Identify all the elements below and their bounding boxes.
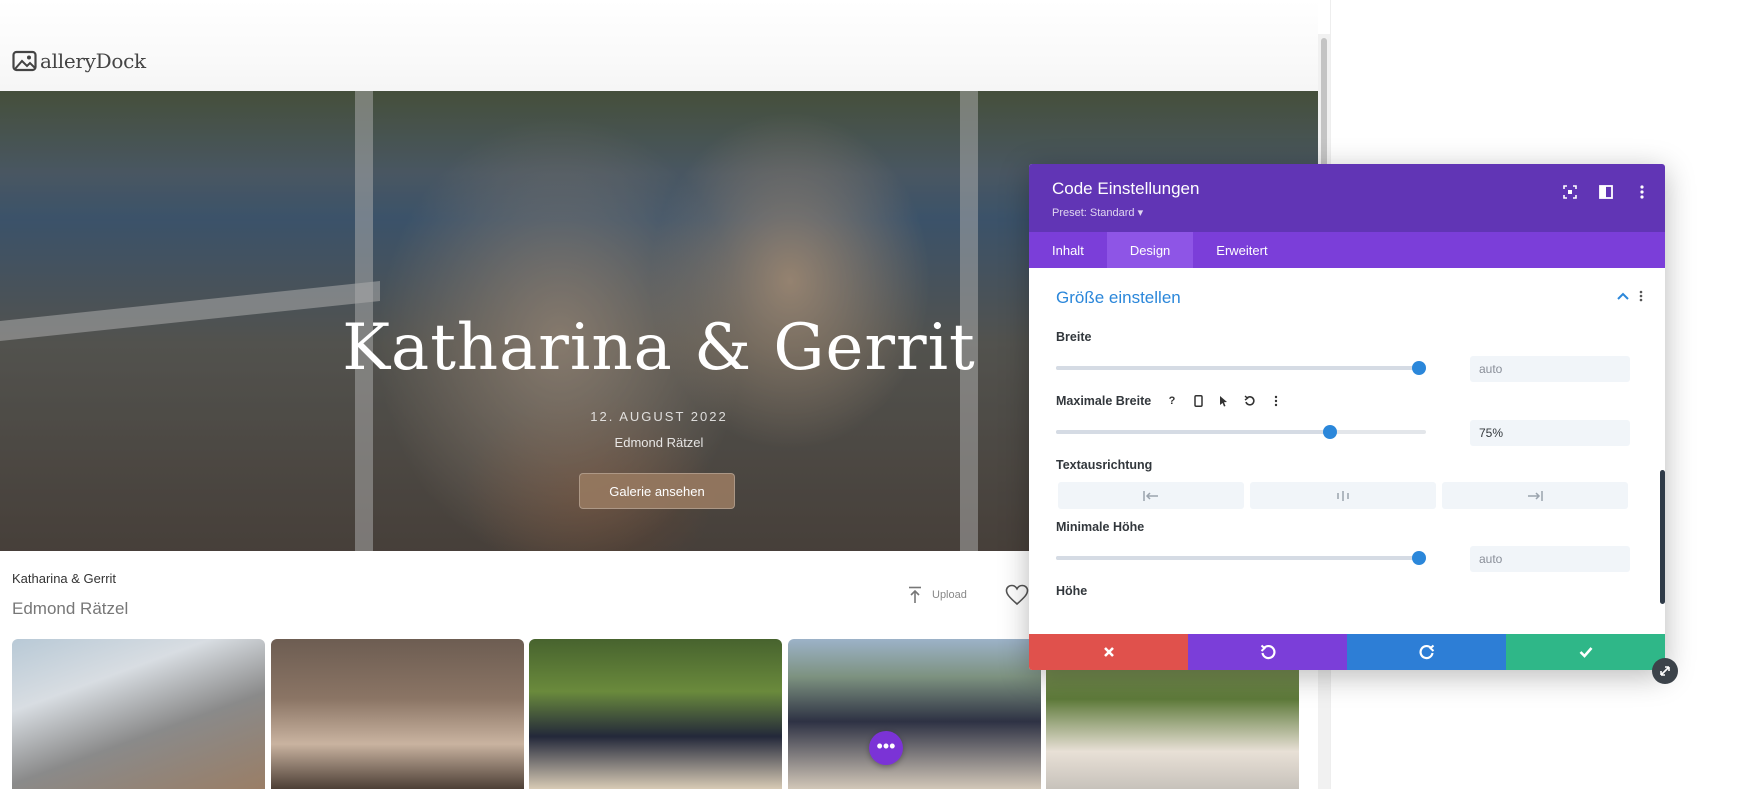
panel-menu-button[interactable]: [1631, 181, 1653, 203]
panel-header-icons: [1559, 181, 1653, 203]
tab-inhalt[interactable]: Inhalt: [1029, 232, 1107, 268]
close-icon: [1103, 647, 1114, 657]
max-width-label: Maximale Breite: [1056, 394, 1152, 408]
upload-icon: [909, 586, 921, 603]
undo-button[interactable]: [1188, 634, 1347, 670]
chevron-up-icon[interactable]: [1617, 292, 1629, 300]
kebab-menu-icon: [1274, 395, 1278, 407]
reset-icon[interactable]: [1241, 392, 1259, 410]
screen: alleryDock Katharina & Gerrit 12. AUGUST…: [0, 0, 1760, 789]
view-gallery-button[interactable]: Galerie ansehen: [579, 473, 735, 509]
code-settings-panel: Code Einstellungen Preset: Standard ▾ In…: [1029, 164, 1665, 670]
slider-fill: [1056, 366, 1419, 370]
panel-title: Code Einstellungen: [1052, 179, 1200, 198]
help-icon[interactable]: ?: [1163, 392, 1181, 410]
max-width-options: ?: [1163, 392, 1285, 410]
panel-footer: [1029, 634, 1665, 670]
split-view-button[interactable]: [1595, 181, 1617, 203]
panel-scrollbar[interactable]: [1660, 470, 1665, 604]
width-label: Breite: [1056, 330, 1092, 344]
gallery-title: Katharina & Gerrit: [12, 571, 117, 586]
panel-header: Code Einstellungen Preset: Standard ▾: [1029, 164, 1665, 232]
gallery-logo-icon: [12, 50, 37, 72]
columns-icon: [1599, 185, 1613, 199]
upload-label: Upload: [932, 589, 967, 601]
cursor-icon: [1220, 396, 1227, 407]
resize-icon: [1660, 666, 1670, 676]
max-width-input[interactable]: 75%: [1470, 420, 1630, 446]
site-header: alleryDock: [0, 0, 1318, 91]
min-height-input[interactable]: auto: [1470, 546, 1630, 572]
tab-erweitert[interactable]: Erweitert: [1193, 232, 1290, 268]
gallery-thumbnail[interactable]: [529, 639, 782, 789]
align-left-button[interactable]: [1058, 482, 1244, 509]
redo-icon: [1418, 644, 1434, 660]
panel-body: Größe einstellen Breite auto Maximale Br…: [1029, 268, 1665, 628]
undo-icon: [1260, 644, 1276, 660]
redo-button[interactable]: [1347, 634, 1506, 670]
width-slider[interactable]: [1056, 361, 1426, 375]
slider-handle[interactable]: [1322, 425, 1337, 439]
gallery-thumbnail[interactable]: [788, 639, 1041, 789]
gallery-thumbnail[interactable]: [12, 639, 265, 789]
width-input[interactable]: auto: [1470, 356, 1630, 382]
kebab-menu-icon[interactable]: [1639, 290, 1643, 302]
slider-handle[interactable]: [1411, 361, 1426, 375]
section-title[interactable]: Größe einstellen: [1056, 288, 1181, 308]
panel-resize-handle[interactable]: [1652, 658, 1678, 684]
align-left-icon: [1143, 490, 1158, 501]
heart-icon: [1005, 584, 1029, 606]
gallery-subtitle: Edmond Rätzel: [12, 599, 129, 618]
more-icon[interactable]: [1267, 392, 1285, 410]
align-right-button[interactable]: [1442, 482, 1628, 509]
phone-icon: [1193, 395, 1203, 407]
hover-icon[interactable]: [1215, 392, 1233, 410]
responsive-icon[interactable]: [1189, 392, 1207, 410]
text-align-label: Textausrichtung: [1056, 458, 1153, 472]
slider-handle[interactable]: [1411, 551, 1426, 565]
slider-fill: [1056, 430, 1330, 434]
align-center-icon: [1337, 490, 1349, 501]
min-height-label: Minimale Höhe: [1056, 520, 1145, 534]
slider-fill: [1056, 556, 1419, 560]
scrollbar-thumb[interactable]: [1321, 38, 1327, 168]
favorite-button[interactable]: [1005, 584, 1029, 611]
height-label: Höhe: [1056, 584, 1088, 598]
check-icon: [1579, 647, 1592, 658]
site-logo[interactable]: alleryDock: [12, 47, 146, 75]
tab-design[interactable]: Design: [1106, 232, 1194, 268]
min-height-slider[interactable]: [1056, 551, 1426, 565]
save-button[interactable]: [1506, 634, 1665, 670]
gallery-thumbnail[interactable]: [271, 639, 524, 789]
logo-text: alleryDock: [40, 49, 146, 73]
preset-selector[interactable]: Preset: Standard ▾: [1052, 206, 1143, 219]
expand-icon: [1563, 185, 1577, 199]
align-center-button[interactable]: [1250, 482, 1436, 509]
section-icons: [1617, 290, 1643, 302]
upload-button[interactable]: Upload: [908, 586, 967, 604]
max-width-slider[interactable]: [1056, 425, 1426, 439]
panel-tabs: Inhalt Design Erweitert: [1029, 232, 1665, 268]
align-right-icon: [1528, 490, 1543, 501]
undo-icon: [1244, 395, 1255, 406]
fullscreen-button[interactable]: [1559, 181, 1581, 203]
more-options-button[interactable]: •••: [869, 731, 903, 765]
kebab-menu-icon: [1640, 185, 1644, 199]
text-align-options: [1058, 482, 1628, 509]
discard-button[interactable]: [1029, 634, 1188, 670]
